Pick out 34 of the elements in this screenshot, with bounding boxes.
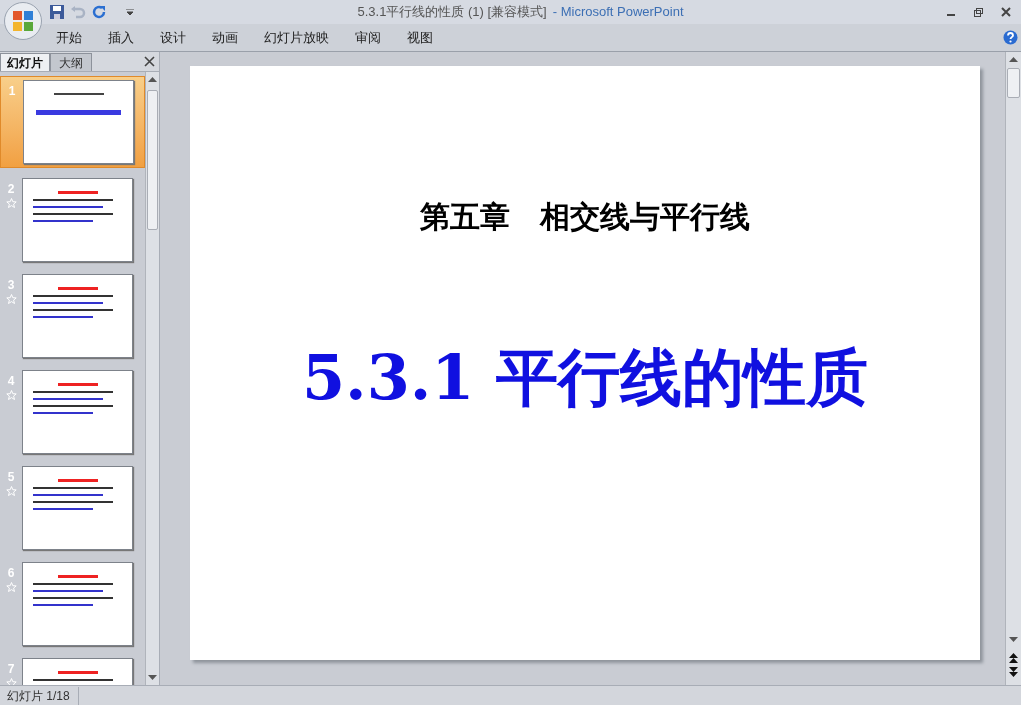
dropdown-arrow-icon[interactable] <box>126 9 134 15</box>
slide-title: 5.3.1 平行线的性质 <box>301 340 869 416</box>
slide-heading: 第五章 相交线与平行线 <box>420 198 750 236</box>
pane-tab[interactable]: 大纲 <box>50 53 92 71</box>
scroll-down-icon[interactable] <box>1009 637 1018 643</box>
close-icon[interactable] <box>1001 7 1011 17</box>
office-button[interactable] <box>4 2 42 40</box>
office-logo-icon <box>12 10 34 32</box>
next-slide-icon[interactable] <box>1009 667 1018 677</box>
ribbon-tab[interactable]: 设计 <box>152 25 194 50</box>
restore-icon[interactable] <box>974 7 983 17</box>
scrollbar[interactable] <box>1005 52 1021 685</box>
pane-tab[interactable]: 幻灯片 <box>0 53 50 71</box>
close-icon[interactable] <box>144 56 155 67</box>
scroll-down-icon[interactable] <box>148 675 157 681</box>
ribbon-tab[interactable]: 动画 <box>204 25 246 50</box>
ribbon-tab[interactable]: 审阅 <box>347 25 389 50</box>
app-name: - Microsoft PowerPoint <box>552 3 684 22</box>
slide-number: 1 <box>8 83 16 100</box>
ribbon-tab[interactable]: 插入 <box>100 25 142 50</box>
window-title: 5.3.1平行线的性质 (1) [兼容模式] <box>357 3 547 22</box>
ribbon-tab[interactable]: 视图 <box>399 25 441 50</box>
previous-slide-icon[interactable] <box>1009 653 1018 663</box>
scroll-thumb[interactable] <box>1007 68 1020 98</box>
help-icon[interactable] <box>1003 30 1018 45</box>
scroll-up-icon[interactable] <box>1009 56 1018 62</box>
ribbon-tab[interactable]: 开始 <box>48 25 90 50</box>
scrollbar[interactable] <box>145 72 159 685</box>
ribbon-tab[interactable]: 幻灯片放映 <box>256 25 337 50</box>
scroll-up-icon[interactable] <box>148 76 157 82</box>
save-icon[interactable] <box>50 5 64 19</box>
redo-icon[interactable] <box>92 5 106 19</box>
scroll-thumb[interactable] <box>147 90 158 230</box>
slide-counter: 幻灯片 1/18 <box>0 686 79 705</box>
